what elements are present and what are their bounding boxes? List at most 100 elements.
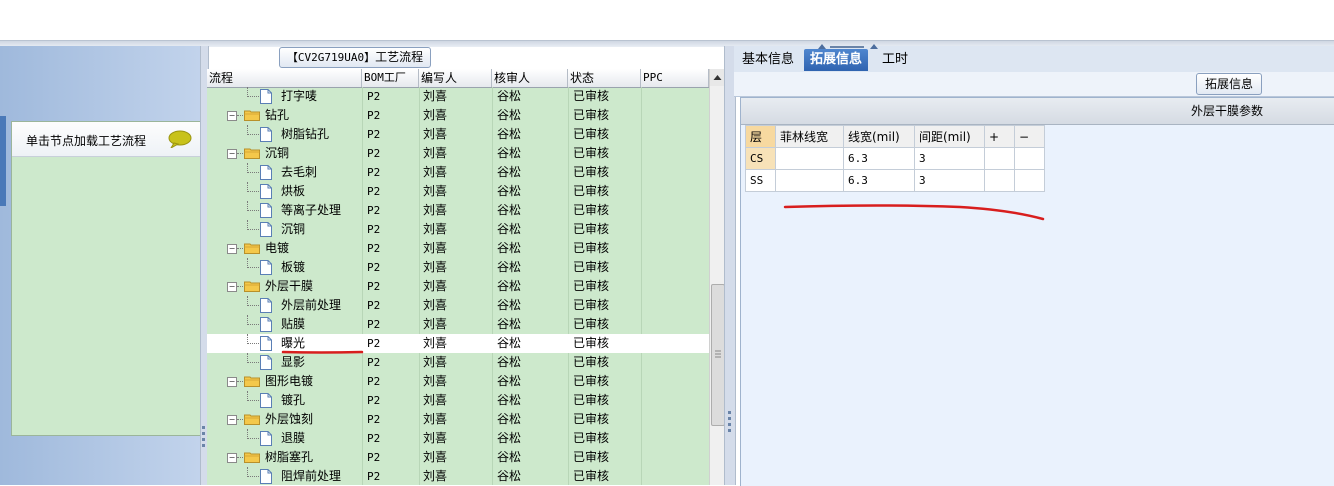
params-col-spacing[interactable]: 间距(mil) [914, 125, 985, 148]
process-row[interactable]: 显影 P2 刘喜 谷松 已审核 [207, 353, 709, 372]
writer-name: 刘喜 [423, 184, 448, 198]
top-blank-area [0, 0, 1334, 40]
writer-name: 刘喜 [423, 412, 448, 426]
process-grid: 流程 BOM工厂 编写人 核审人 状态 PPC 打字唛 P2 刘喜 谷松 已审核 − 钻孔 P… [207, 69, 709, 485]
scroll-thumb[interactable] [711, 284, 725, 426]
status-text: 已审核 [573, 146, 610, 160]
tree-collapse-toggle[interactable]: − [227, 453, 237, 463]
process-row[interactable]: 沉铜 P2 刘喜 谷松 已审核 [207, 220, 709, 239]
process-row[interactable]: − 外层蚀刻 P2 刘喜 谷松 已审核 [207, 410, 709, 429]
status-text: 已审核 [573, 165, 610, 179]
writer-name: 刘喜 [423, 336, 448, 350]
col-header-bom[interactable]: BOM工厂 [362, 69, 419, 87]
col-header-flow[interactable]: 流程 [207, 69, 362, 87]
speech-bubble-icon[interactable] [168, 130, 192, 148]
params-col-width[interactable]: 线宽(mil) [843, 125, 915, 148]
params-spacing-cell[interactable]: 3 [914, 147, 985, 170]
col-header-reviewer[interactable]: 核审人 [492, 69, 568, 87]
col-header-status[interactable]: 状态 [568, 69, 641, 87]
bom-factory: P2 [367, 261, 381, 274]
col-header-ppc[interactable]: PPC [641, 69, 709, 87]
process-row[interactable]: 烘板 P2 刘喜 谷松 已审核 [207, 182, 709, 201]
reviewer-name: 谷松 [497, 393, 522, 407]
status-text: 已审核 [573, 450, 610, 464]
params-col-film[interactable]: 菲林线宽 [775, 125, 844, 148]
process-row[interactable]: − 外层干膜 P2 刘喜 谷松 已审核 [207, 277, 709, 296]
process-row[interactable]: 外层前处理 P2 刘喜 谷松 已审核 [207, 296, 709, 315]
tree-collapse-toggle[interactable]: − [227, 149, 237, 159]
writer-name: 刘喜 [423, 146, 448, 160]
process-name: 钻孔 [265, 108, 290, 122]
detail-tabs: 基本信息 拓展信息 工时 [734, 44, 1334, 73]
process-row[interactable]: − 电镀 P2 刘喜 谷松 已审核 [207, 239, 709, 258]
status-text: 已审核 [573, 241, 610, 255]
writer-name: 刘喜 [423, 222, 448, 236]
process-row[interactable]: 树脂钻孔 P2 刘喜 谷松 已审核 [207, 125, 709, 144]
process-row[interactable]: − 钻孔 P2 刘喜 谷松 已审核 [207, 106, 709, 125]
status-text: 已审核 [573, 431, 610, 445]
params-width-cell[interactable]: 6.3 [843, 147, 915, 170]
process-row[interactable]: 阻焊前处理 P2 刘喜 谷松 已审核 [207, 467, 709, 485]
scroll-up-button[interactable] [710, 69, 725, 86]
process-row[interactable]: − 树脂塞孔 P2 刘喜 谷松 已审核 [207, 448, 709, 467]
params-width-cell[interactable]: 6.3 [843, 169, 915, 192]
reviewer-name: 谷松 [497, 336, 522, 350]
process-name: 树脂钻孔 [281, 127, 330, 141]
status-text: 已审核 [573, 127, 610, 141]
bom-factory: P2 [367, 166, 381, 179]
right-splitter[interactable] [724, 46, 736, 485]
params-film-cell[interactable] [775, 147, 844, 170]
bom-factory: P2 [367, 242, 381, 255]
process-loader-header[interactable]: 单击节点加载工艺流程 [12, 122, 200, 157]
bom-factory: P2 [367, 280, 381, 293]
params-layer-cell[interactable]: CS [745, 147, 776, 170]
add-row-button[interactable]: + [984, 125, 1015, 148]
process-row[interactable]: 曝光 P2 刘喜 谷松 已审核 [207, 334, 709, 353]
tree-collapse-toggle[interactable]: − [227, 377, 237, 387]
document-icon [260, 89, 272, 104]
process-row[interactable]: 打字唛 P2 刘喜 谷松 已审核 [207, 87, 709, 106]
process-loader-label: 单击节点加载工艺流程 [26, 134, 147, 148]
process-row[interactable]: 贴膜 P2 刘喜 谷松 已审核 [207, 315, 709, 334]
params-header-row: 层 菲林线宽 线宽(mil) 间距(mil) + − [745, 125, 1045, 148]
tab-basic-info[interactable]: 基本信息 [736, 49, 800, 71]
process-flow-title: 【CV2G719UA0】工艺流程 [279, 47, 431, 68]
tab-extended-info[interactable]: 拓展信息 [804, 49, 869, 71]
tree-collapse-toggle[interactable]: − [227, 111, 237, 121]
left-collapse-tab[interactable] [0, 116, 6, 206]
process-name: 镀孔 [281, 393, 306, 407]
process-row[interactable]: 镀孔 P2 刘喜 谷松 已审核 [207, 391, 709, 410]
process-name: 板镀 [281, 260, 306, 274]
document-icon [260, 203, 272, 218]
splitter-grip-icon[interactable] [814, 42, 884, 50]
process-name: 沉铜 [281, 222, 306, 236]
tab-work-hours[interactable]: 工时 [876, 49, 914, 71]
reviewer-name: 谷松 [497, 260, 522, 274]
bom-factory: P2 [367, 204, 381, 217]
process-row[interactable]: − 沉铜 P2 刘喜 谷松 已审核 [207, 144, 709, 163]
folder-icon [244, 376, 260, 387]
bom-factory: P2 [367, 356, 381, 369]
bom-factory: P2 [367, 413, 381, 426]
params-col-layer[interactable]: 层 [745, 125, 776, 148]
extended-info-button[interactable]: 拓展信息 [1196, 73, 1262, 95]
document-icon [260, 127, 272, 142]
params-empty-cell [1014, 147, 1045, 170]
tree-collapse-toggle[interactable]: − [227, 282, 237, 292]
params-layer-cell[interactable]: SS [745, 169, 776, 192]
grid-vertical-scrollbar[interactable] [709, 69, 725, 485]
remove-row-button[interactable]: − [1014, 125, 1045, 148]
params-spacing-cell[interactable]: 3 [914, 169, 985, 192]
status-text: 已审核 [573, 108, 610, 122]
status-text: 已审核 [573, 317, 610, 331]
process-row[interactable]: − 图形电镀 P2 刘喜 谷松 已审核 [207, 372, 709, 391]
params-film-cell[interactable] [775, 169, 844, 192]
process-row[interactable]: 去毛刺 P2 刘喜 谷松 已审核 [207, 163, 709, 182]
tree-collapse-toggle[interactable]: − [227, 415, 237, 425]
status-text: 已审核 [573, 412, 610, 426]
process-row[interactable]: 板镀 P2 刘喜 谷松 已审核 [207, 258, 709, 277]
process-row[interactable]: 退膜 P2 刘喜 谷松 已审核 [207, 429, 709, 448]
process-row[interactable]: 等离子处理 P2 刘喜 谷松 已审核 [207, 201, 709, 220]
col-header-writer[interactable]: 编写人 [419, 69, 492, 87]
tree-collapse-toggle[interactable]: − [227, 244, 237, 254]
